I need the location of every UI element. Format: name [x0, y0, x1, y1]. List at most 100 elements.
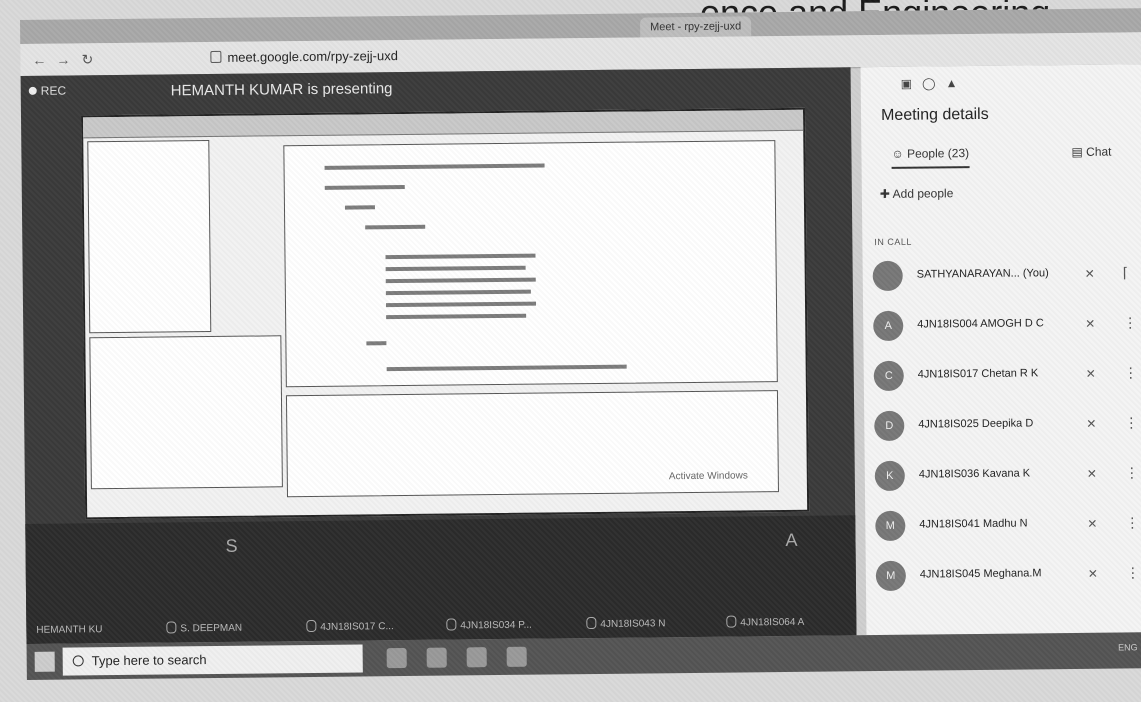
more-options-icon[interactable]: ⋮	[1123, 314, 1137, 331]
panel-toolbar: ▣ ◯ ▲	[901, 76, 958, 91]
reload-icon[interactable]: ↻	[78, 50, 96, 68]
participant-strip: S A HEMANTH KU S. DEEPMAN 4JN18IS017 C..…	[25, 515, 857, 644]
participant-row[interactable]: A 4JN18IS004 AMOGH D C ✕ ⋮	[873, 304, 1141, 347]
lock-icon	[210, 50, 222, 64]
participant-name: 4JN18IS025 Deepika D	[918, 417, 1034, 431]
avatar: M	[875, 560, 907, 592]
tile-name: 4JN18IS064 A	[740, 616, 805, 629]
avatar	[872, 260, 903, 292]
system-tray: ENG	[1118, 642, 1138, 652]
search-placeholder: Type here to search	[91, 652, 207, 669]
code-line	[324, 184, 405, 190]
participant-row[interactable]: M 4JN18IS041 Madhu N ✕ ⋮	[875, 504, 1141, 547]
add-person-icon: ✚	[879, 186, 893, 202]
participant-name: 4JN18IS004 AMOGH D C	[917, 317, 1044, 331]
more-options-icon[interactable]: ⋮	[1126, 564, 1140, 581]
participant-tile[interactable]: 4JN18IS034 P...	[446, 618, 532, 632]
tile-name: 4JN18IS017 C...	[320, 621, 394, 633]
tile-name: 4JN18IS034 P...	[460, 619, 532, 632]
chrome-icon[interactable]	[466, 647, 487, 668]
more-options-icon[interactable]: ⋮	[1124, 414, 1138, 431]
file-explorer-icon[interactable]	[426, 647, 447, 668]
avatar: M	[875, 510, 906, 542]
mic-off-icon: ✕	[1087, 516, 1098, 531]
participant-tile[interactable]: 4JN18IS064 A	[726, 615, 804, 629]
avatar: K	[874, 460, 905, 492]
recording-indicator: REC	[28, 83, 67, 98]
participant-row[interactable]: K 4JN18IS036 Kavana K ✕ ⋮	[874, 454, 1141, 497]
tile-letter: S	[225, 535, 238, 556]
add-people-label: Add people	[892, 186, 954, 201]
shield-icon[interactable]: ◯	[922, 76, 936, 90]
ide-project-tree	[89, 335, 283, 490]
code-line	[366, 341, 387, 346]
participant-row[interactable]: C 4JN18IS017 Chetan R K ✕ ⋮	[873, 354, 1141, 397]
ide-code-editor	[283, 140, 778, 388]
code-line	[385, 265, 526, 272]
participant-tile[interactable]: 4JN18IS043 N	[586, 616, 665, 630]
rec-label: REC	[40, 83, 67, 98]
mic-off-icon: ✕	[1086, 466, 1097, 481]
tab-people[interactable]: ☺ People (23)	[891, 146, 970, 169]
code-line	[385, 289, 531, 296]
mic-off-icon: ✕	[1086, 416, 1097, 431]
activate-windows-watermark: Activate Windows	[668, 470, 748, 483]
participant-tile[interactable]: 4JN18IS017 C...	[306, 619, 394, 633]
code-line	[386, 364, 627, 372]
tile-name: HEMANTH KU	[36, 624, 103, 636]
record-dot-icon	[28, 86, 37, 95]
ide-output-panel: Activate Windows	[285, 390, 779, 498]
presenting-banner: HEMANTH KUMAR is presenting	[170, 80, 393, 100]
warning-icon[interactable]: ▲	[945, 76, 957, 90]
participant-tile[interactable]: S. DEEPMAN	[166, 621, 242, 635]
mic-off-icon	[726, 615, 737, 628]
ide-small-window	[87, 140, 212, 334]
task-view-icon[interactable]	[386, 647, 407, 669]
tile-name: S. DEEPMAN	[180, 622, 243, 635]
participant-row[interactable]: D 4JN18IS025 Deepika D ✕ ⋮	[874, 404, 1141, 447]
tab-meet[interactable]: Meet - rpy-zejj-uxd	[640, 16, 752, 38]
participant-name: 4JN18IS041 Madhu N	[919, 517, 1028, 531]
participant-name: 4JN18IS017 Chetan R K	[917, 367, 1039, 381]
meeting-details-panel: ▣ ◯ ▲ Meeting details ☺ People (23) ▤ Ch…	[860, 64, 1141, 636]
code-line	[385, 301, 537, 308]
participant-name: 4JN18IS045 Meghana.M	[919, 567, 1042, 581]
chat-icon: ▤	[1071, 144, 1087, 159]
tab-people-label: People (23)	[906, 146, 970, 161]
avatar: C	[873, 360, 904, 392]
participant-tile[interactable]: HEMANTH KU	[36, 624, 102, 636]
taskbar-search[interactable]: Type here to search	[62, 644, 363, 676]
mic-off-icon: ✕	[1085, 366, 1096, 381]
more-options-icon[interactable]: ⋮	[1124, 364, 1138, 381]
meeting-details-title: Meeting details	[880, 105, 989, 124]
tile-name: 4JN18IS043 N	[600, 618, 666, 630]
shared-screen: Activate Windows	[81, 107, 810, 520]
tab-chat[interactable]: ▤ Chat	[1071, 145, 1111, 159]
windows-start-icon[interactable]	[34, 651, 55, 672]
more-options-icon[interactable]: ⋮	[1125, 464, 1139, 481]
pin-icon[interactable]: ⌈	[1123, 264, 1129, 281]
code-line	[385, 277, 536, 284]
tab-chat-label: Chat	[1086, 144, 1112, 159]
meet-stage: REC HEMANTH KUMAR is presenting Activate…	[20, 67, 857, 644]
participant-name: SATHYANARAYAN... (You)	[916, 267, 1049, 281]
code-line	[385, 253, 536, 260]
participant-row[interactable]: M 4JN18IS045 Meghana.M ✕ ⋮	[875, 554, 1141, 597]
avatar: A	[873, 310, 904, 342]
mic-off-icon: ✕	[1084, 266, 1095, 281]
participant-row[interactable]: SATHYANARAYAN... (You) ✕ ⌈	[872, 254, 1141, 297]
code-line	[386, 313, 527, 320]
add-people-button[interactable]: ✚ Add people	[880, 186, 954, 201]
mic-off-icon	[306, 619, 317, 633]
avatar: D	[874, 410, 905, 442]
code-line	[344, 205, 376, 210]
mic-off-icon: ✕	[1085, 316, 1096, 331]
back-icon[interactable]: ←	[30, 51, 48, 69]
forward-icon[interactable]: →	[54, 50, 72, 68]
camera-icon[interactable]: ▣	[901, 77, 912, 91]
mic-off-icon	[586, 616, 597, 630]
more-options-icon[interactable]: ⋮	[1125, 514, 1139, 531]
url-field[interactable]: meet.google.com/rpy-zejj-uxd	[210, 46, 398, 68]
app-icon[interactable]	[506, 646, 527, 667]
people-icon: ☺	[891, 146, 908, 161]
